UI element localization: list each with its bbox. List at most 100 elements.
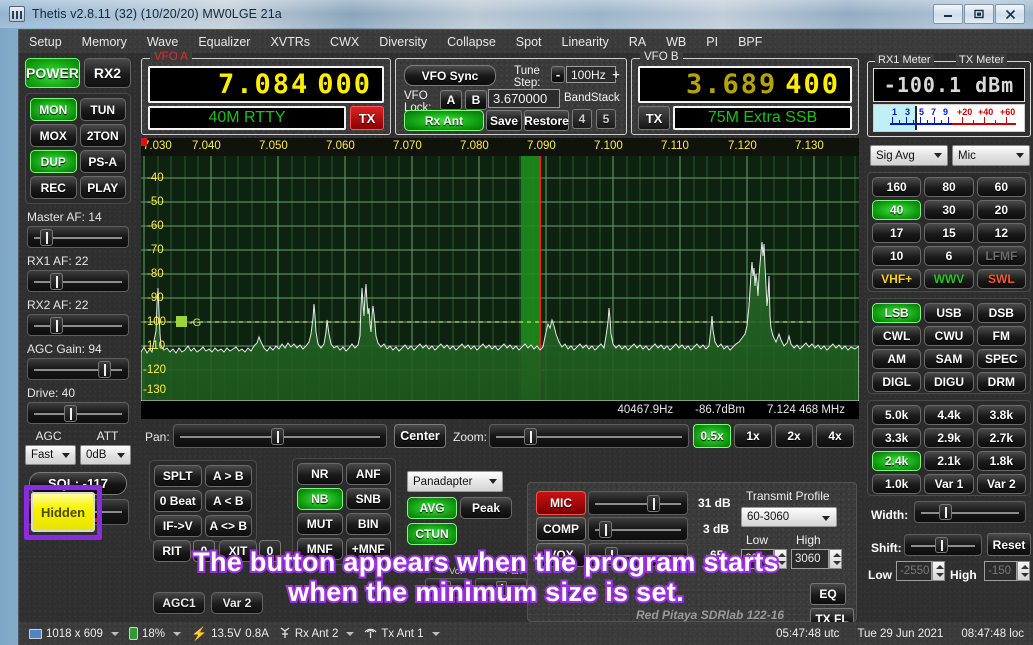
mode-cwu-button[interactable]: CWU xyxy=(924,326,974,346)
slider-thumb[interactable] xyxy=(64,405,77,422)
mode-dsb-button[interactable]: DSB xyxy=(976,303,1026,323)
agc-gain-slider[interactable] xyxy=(27,358,129,380)
menu-item-spot[interactable]: Spot xyxy=(506,32,552,52)
menu-item-ra[interactable]: RA xyxy=(619,32,656,52)
comp-button[interactable]: COMP xyxy=(536,517,586,541)
rec-button[interactable]: REC xyxy=(30,176,77,199)
slider-thumb[interactable] xyxy=(939,504,952,520)
filter-3.8k-button[interactable]: 3.8k xyxy=(976,405,1026,425)
meter-source-select[interactable]: Mic xyxy=(952,145,1030,166)
agc1-button[interactable]: AGC1 xyxy=(153,592,205,614)
status-resolution[interactable]: 1018 x 609 xyxy=(29,628,119,640)
master-af-slider[interactable] xyxy=(27,226,129,248)
b-to-a-button[interactable]: A < B xyxy=(204,490,252,512)
mode-usb-button[interactable]: USB xyxy=(924,303,974,323)
dup-button[interactable]: DUP xyxy=(30,150,77,173)
minimize-button[interactable] xyxy=(933,4,963,24)
maximize-button[interactable] xyxy=(964,4,994,24)
mode-cwl-button[interactable]: CWL xyxy=(872,326,922,346)
chevron-down-icon[interactable] xyxy=(346,631,355,636)
band-swl-button[interactable]: SWL xyxy=(976,269,1026,289)
band-lfmf-button[interactable]: LFMF xyxy=(976,246,1026,266)
slider-thumb[interactable] xyxy=(98,361,111,378)
vfo-b-band-mode[interactable]: 75M Extra SSB xyxy=(673,106,852,130)
2ton-button[interactable]: 2TON xyxy=(79,124,126,147)
filter-2.4k-button[interactable]: 2.4k xyxy=(872,451,922,471)
mox-button[interactable]: MOX xyxy=(30,124,77,147)
chevron-down-icon[interactable] xyxy=(431,631,440,636)
band-17-button[interactable]: 17 xyxy=(872,223,922,243)
tx-low-field[interactable]: 60 xyxy=(741,549,774,569)
filter-2.9k-button[interactable]: 2.9k xyxy=(924,428,974,448)
vfo-a-frequency-display[interactable]: 7.084 000 xyxy=(148,66,384,103)
filter-2.7k-button[interactable]: 2.7k xyxy=(976,428,1026,448)
bandstack-5-button[interactable]: 5 xyxy=(596,109,616,129)
restore-button[interactable]: Restore xyxy=(524,110,569,131)
spinner-down-icon[interactable] xyxy=(1021,573,1029,577)
vfo-lock-a-button[interactable]: A xyxy=(440,90,462,110)
nb-button[interactable]: NB xyxy=(297,488,343,510)
filter-1.0k-button[interactable]: 1.0k xyxy=(872,474,922,494)
vfo-sync-button[interactable]: VFO Sync xyxy=(404,65,496,86)
status-cpu[interactable]: 18% xyxy=(128,627,181,640)
display-mode-select[interactable]: Panadapter xyxy=(407,471,503,492)
status-tx-ant[interactable]: Tx Ant 1 xyxy=(364,626,440,642)
mode-drm-button[interactable]: DRM xyxy=(976,372,1026,392)
menu-item-collapse[interactable]: Collapse xyxy=(437,32,506,52)
rit-value[interactable]: 0 xyxy=(193,540,215,562)
save-button[interactable]: Save xyxy=(486,110,522,131)
menu-item-linearity[interactable]: Linearity xyxy=(552,32,619,52)
vfo-a-band-mode[interactable]: 40M RTTY xyxy=(148,106,346,130)
zoom-2x-button[interactable]: 2x xyxy=(775,424,813,448)
a-to-b-button[interactable]: A > B xyxy=(204,465,252,487)
spinner-down-icon[interactable] xyxy=(778,561,786,565)
filter-var2-button[interactable]: Var 2 xyxy=(976,474,1026,494)
splt-button[interactable]: SPLT xyxy=(154,465,202,487)
tx-low-spinner[interactable] xyxy=(774,549,787,569)
pan-slider[interactable] xyxy=(173,424,387,448)
drive-slider[interactable] xyxy=(27,402,129,424)
xit-button[interactable]: XIT xyxy=(219,540,257,562)
panadapter-display[interactable]: 7.030 7.040 7.050 7.060 7.070 7.080 7.09… xyxy=(141,138,859,401)
menu-item-bpf[interactable]: BPF xyxy=(728,32,772,52)
band-20-button[interactable]: 20 xyxy=(976,200,1026,220)
pan-slider-1[interactable] xyxy=(475,578,527,598)
zoom-slider[interactable] xyxy=(489,424,689,448)
mode-am-button[interactable]: AM xyxy=(872,349,922,369)
slider-thumb[interactable] xyxy=(935,537,948,553)
snb-button[interactable]: SNB xyxy=(345,488,391,510)
slider-thumb[interactable] xyxy=(605,547,618,564)
filter-4.4k-button[interactable]: 4.4k xyxy=(924,405,974,425)
vfo-mid-frequency-field[interactable]: 3.670000 xyxy=(488,89,560,108)
zero-beat-button[interactable]: 0 Beat xyxy=(154,490,202,512)
slider-thumb[interactable] xyxy=(50,273,63,290)
slider-thumb[interactable] xyxy=(524,428,537,445)
slider-thumb[interactable] xyxy=(271,428,284,445)
chevron-down-icon[interactable] xyxy=(172,631,181,636)
filter-high-field[interactable]: -150 xyxy=(984,561,1017,581)
bin-button[interactable]: BIN xyxy=(345,513,391,535)
chevron-down-icon[interactable] xyxy=(110,631,119,636)
vfo-a-tx-button[interactable]: TX xyxy=(350,106,384,130)
peak-button[interactable]: Peak xyxy=(460,497,512,519)
mic-button[interactable]: MIC xyxy=(536,491,586,515)
band-12-button[interactable]: 12 xyxy=(976,223,1026,243)
zoom-0.5x-button[interactable]: 0.5x xyxy=(693,424,731,448)
spinner-up-icon[interactable] xyxy=(1021,565,1029,569)
slider-thumb[interactable] xyxy=(50,317,63,334)
vol-slider-1[interactable] xyxy=(425,578,469,598)
width-slider[interactable] xyxy=(914,501,1026,523)
spinner-up-icon[interactable] xyxy=(936,565,944,569)
filter-reset-button[interactable]: Reset xyxy=(987,533,1031,556)
slider-thumb[interactable] xyxy=(599,521,612,538)
rx2-button[interactable]: RX2 xyxy=(83,58,131,88)
mode-sam-button[interactable]: SAM xyxy=(924,349,974,369)
tune-step-increment[interactable]: + xyxy=(609,66,623,83)
var2-button[interactable]: Var 2 xyxy=(211,592,263,614)
mnf-button[interactable]: MNF xyxy=(297,538,343,560)
menu-item-memory[interactable]: Memory xyxy=(72,32,137,52)
vfo-lock-b-button[interactable]: B xyxy=(465,90,487,110)
slider-thumb[interactable] xyxy=(647,495,660,512)
mic-gain-slider[interactable] xyxy=(588,491,688,515)
power-button[interactable]: POWER xyxy=(25,58,80,88)
